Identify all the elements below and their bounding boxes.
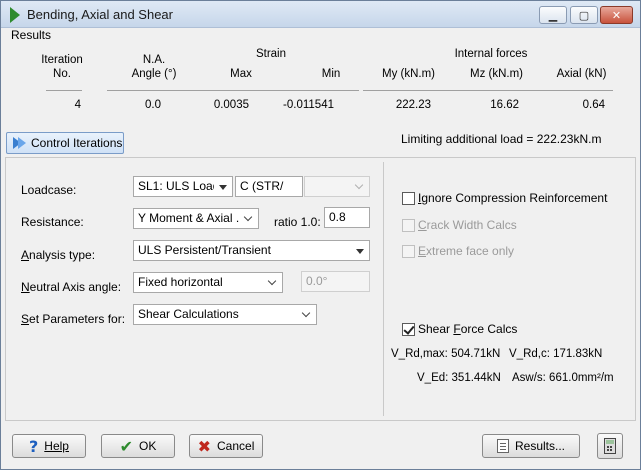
header-mz: Mz (kN.m) xyxy=(469,68,523,80)
cancel-label: Cancel xyxy=(217,439,255,453)
shear-force-label: Shear Force Calcs xyxy=(418,322,518,336)
neutral-axis-angle-input[interactable]: 0.0° xyxy=(301,271,370,292)
results-button[interactable]: Results... xyxy=(482,434,580,458)
checkmark-icon: ✔ xyxy=(119,436,134,456)
limiting-load-text: Limiting additional load = 222.23kN.m xyxy=(401,132,602,146)
value-my: 222.23 xyxy=(395,99,431,111)
header-strain-max: Max xyxy=(230,68,252,80)
cross-icon: ✖ xyxy=(197,436,212,456)
loadcase-combo[interactable]: SL1: ULS Loadca xyxy=(133,176,233,197)
set-params-label: Set Parameters for: xyxy=(21,312,126,326)
dialog-window: Bending, Axial and Shear ▁ ▢ ✕ Results I… xyxy=(0,0,641,470)
chevron-down-icon xyxy=(267,276,277,286)
results-section: Results Iteration No. N.A. Angle (°) Str… xyxy=(1,28,640,156)
header-my: My (kN.m) xyxy=(381,68,435,80)
results-label: Results xyxy=(11,28,52,42)
maximize-button[interactable]: ▢ xyxy=(570,6,598,24)
play-icon xyxy=(10,7,20,23)
loadcase-combination-combo[interactable]: C (STR/G xyxy=(235,176,303,197)
ok-button[interactable]: ✔ OK xyxy=(101,434,175,458)
value-strain-min: -0.011541 xyxy=(283,99,334,111)
extreme-face-checkbox[interactable] xyxy=(402,245,415,258)
ignore-compression-label: Ignore Compression Reinforcement xyxy=(418,191,608,205)
divider xyxy=(363,90,613,91)
help-button[interactable]: ? Help xyxy=(12,434,86,458)
value-strain-max: 0.0035 xyxy=(213,99,249,111)
minimize-button[interactable]: ▁ xyxy=(539,6,567,24)
crack-width-label: Crack Width Calcs xyxy=(418,218,517,232)
title-bar: Bending, Axial and Shear ▁ ▢ ✕ xyxy=(1,1,640,28)
resistance-label: Resistance: xyxy=(21,215,84,229)
fast-forward-icon xyxy=(13,137,27,149)
value-mz: 16.62 xyxy=(490,99,519,111)
window-title: Bending, Axial and Shear xyxy=(27,7,173,22)
calculator-icon xyxy=(604,438,616,454)
control-iterations-button[interactable]: Control Iterations xyxy=(6,132,124,154)
control-iterations-label: Control Iterations xyxy=(31,136,123,150)
dropdown-arrow-icon xyxy=(219,185,227,190)
ratio-input[interactable]: 0.8 xyxy=(324,207,370,228)
divider xyxy=(46,90,82,91)
header-iteration-1: Iteration xyxy=(41,54,83,66)
value-na-angle: 0.0 xyxy=(145,99,161,111)
document-icon xyxy=(496,439,509,453)
settings-panel: Loadcase: SL1: ULS Loadca C (STR/G Resis… xyxy=(5,157,636,421)
close-icon: ✕ xyxy=(611,9,622,22)
chevron-down-icon xyxy=(301,308,311,318)
chevron-down-icon xyxy=(354,180,364,190)
asw-s-text: Asw/s: 661.0mm²/m xyxy=(512,372,614,384)
analysis-type-label: Analysis type: xyxy=(21,248,96,262)
panel-divider xyxy=(383,162,384,416)
loadcase-extra-combo[interactable] xyxy=(304,176,370,197)
header-iteration-2: No. xyxy=(53,68,71,80)
maximize-icon: ▢ xyxy=(578,9,590,22)
neutral-axis-combo[interactable]: Fixed horizontal xyxy=(133,272,283,293)
header-na-1: N.A. xyxy=(142,54,166,66)
crack-width-checkbox[interactable] xyxy=(402,219,415,232)
close-button[interactable]: ✕ xyxy=(600,6,633,24)
v-ed-text: V_Ed: 351.44kN xyxy=(417,372,501,384)
v-rd-c-text: V_Rd,c: 171.83kN xyxy=(509,348,603,360)
header-na-2: Angle (°) xyxy=(131,68,177,80)
neutral-axis-label: Neutral Axis angle: xyxy=(21,280,122,294)
divider xyxy=(107,90,195,91)
loadcase-label: Loadcase: xyxy=(21,183,77,197)
shear-force-checkbox[interactable] xyxy=(402,323,415,336)
dropdown-arrow-icon xyxy=(356,249,364,254)
header-axial: Axial (kN) xyxy=(556,68,607,80)
header-internal-forces: Internal forces xyxy=(454,48,528,60)
help-label: Help xyxy=(44,439,69,453)
value-axial: 0.64 xyxy=(582,99,605,111)
chevron-down-icon xyxy=(243,212,253,222)
cancel-button[interactable]: ✖ Cancel xyxy=(189,434,263,458)
minimize-icon: ▁ xyxy=(548,9,558,22)
v-rd-max-text: V_Rd,max: 504.71kN xyxy=(391,348,501,360)
analysis-type-combo[interactable]: ULS Persistent/Transient xyxy=(133,240,370,261)
ignore-compression-checkbox[interactable] xyxy=(402,192,415,205)
calculator-button[interactable] xyxy=(597,433,623,459)
ok-label: OK xyxy=(139,439,157,453)
extreme-face-label: Extreme face only xyxy=(418,244,515,258)
set-params-combo[interactable]: Shear Calculations xyxy=(133,304,317,325)
results-button-label: Results... xyxy=(514,439,565,453)
ratio-label: ratio 1.0: xyxy=(274,215,321,229)
header-strain: Strain xyxy=(255,48,287,60)
help-icon: ? xyxy=(29,436,39,456)
divider xyxy=(195,90,359,91)
resistance-combo[interactable]: Y Moment & Axial ... xyxy=(133,208,259,229)
header-strain-min: Min xyxy=(321,68,341,80)
value-iteration: 4 xyxy=(74,99,81,111)
